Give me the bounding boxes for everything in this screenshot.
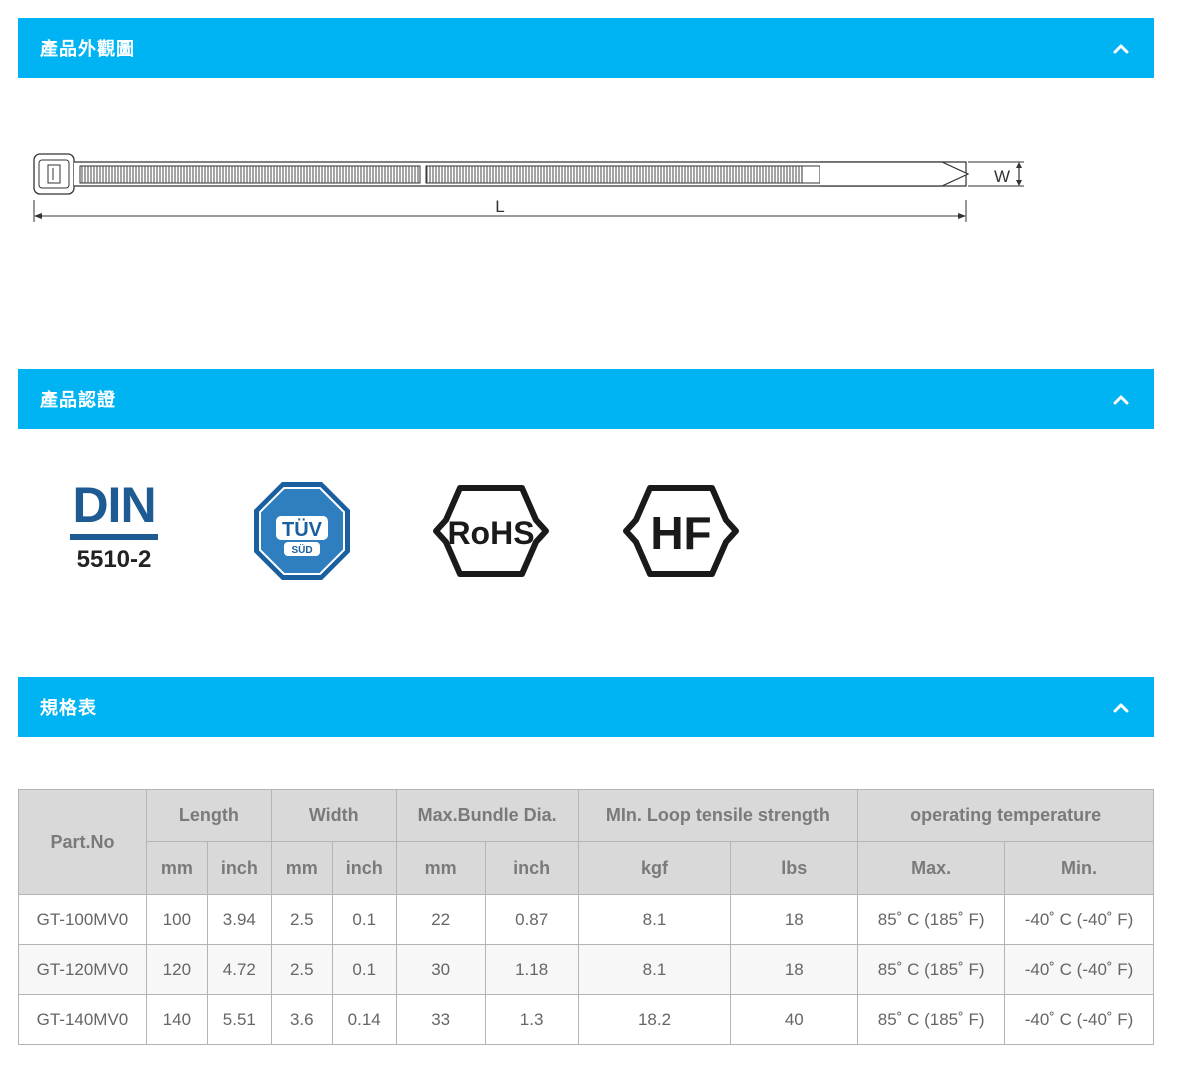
cell-bundle-inch: 1.18 xyxy=(484,944,579,995)
cell-length-mm: 120 xyxy=(145,944,208,995)
hf-logo: HF xyxy=(622,478,740,584)
col-temp-min: Min. xyxy=(1004,841,1154,895)
cell-length-mm: 140 xyxy=(145,994,208,1045)
cell-width-inch: 0.14 xyxy=(331,994,397,1045)
cell-length-inch: 3.94 xyxy=(206,894,272,945)
cell-kgf: 8.1 xyxy=(577,894,732,945)
cell-bundle-inch: 1.3 xyxy=(484,994,579,1045)
cell-width-inch: 0.1 xyxy=(331,894,397,945)
tuv-line1: TÜV xyxy=(282,518,323,541)
col-part-no: Part.No xyxy=(18,789,147,895)
cell-length-inch: 4.72 xyxy=(206,944,272,995)
section-title: 產品認證 xyxy=(40,390,116,411)
chevron-up-icon[interactable] xyxy=(1110,37,1132,59)
col-width: Width xyxy=(270,789,397,842)
din-divider xyxy=(70,534,158,540)
rohs-logo: RoHS xyxy=(432,478,550,584)
col-loop-strength: MIn. Loop tensile strength xyxy=(577,789,859,842)
cell-width-inch: 0.1 xyxy=(331,944,397,995)
col-length-mm: mm xyxy=(145,841,208,895)
cell-bundle-mm: 33 xyxy=(395,994,486,1045)
cell-temp-min: -40˚ C (-40˚ F) xyxy=(1004,894,1154,945)
cell-bundle-inch: 0.87 xyxy=(484,894,579,945)
cell-temp-min: -40˚ C (-40˚ F) xyxy=(1004,994,1154,1045)
cell-kgf: 8.1 xyxy=(577,944,732,995)
col-lbs: lbs xyxy=(730,841,859,895)
table-header-row: Part.No Length Width Max.Bundle Dia. MIn… xyxy=(18,789,1154,895)
section-header-appearance[interactable]: 產品外觀圖 xyxy=(18,18,1154,78)
cell-lbs: 18 xyxy=(730,944,859,995)
cell-part: GT-120MV0 xyxy=(18,944,147,995)
col-temp-max: Max. xyxy=(857,841,1006,895)
cell-width-mm: 2.5 xyxy=(270,894,333,945)
col-width-mm: mm xyxy=(270,841,333,895)
cell-temp-max: 85˚ C (185˚ F) xyxy=(857,994,1006,1045)
cell-width-mm: 3.6 xyxy=(270,994,333,1045)
cell-width-mm: 2.5 xyxy=(270,944,333,995)
cable-tie-drawing: W L xyxy=(33,153,1024,222)
cell-part: GT-100MV0 xyxy=(18,894,147,945)
spec-table: Part.No Length Width Max.Bundle Dia. MIn… xyxy=(18,789,1154,1045)
col-kgf: kgf xyxy=(577,841,732,895)
col-bundle-mm: mm xyxy=(395,841,486,895)
section-header-certification[interactable]: 產品認證 xyxy=(18,369,1154,429)
chevron-up-icon[interactable] xyxy=(1110,696,1132,718)
cell-temp-max: 85˚ C (185˚ F) xyxy=(857,944,1006,995)
cell-kgf: 18.2 xyxy=(577,994,732,1045)
tuv-sud-logo: TÜV SÜD xyxy=(252,478,352,584)
width-label: W xyxy=(994,167,1010,186)
col-temperature: operating temperature xyxy=(857,789,1154,842)
cell-part: GT-140MV0 xyxy=(18,994,147,1045)
col-length: Length xyxy=(145,789,272,842)
cell-bundle-mm: 22 xyxy=(395,894,486,945)
cell-lbs: 18 xyxy=(730,894,859,945)
rohs-text: RoHS xyxy=(447,515,534,551)
din-name: DIN xyxy=(72,477,156,533)
cell-length-mm: 100 xyxy=(145,894,208,945)
col-width-inch: inch xyxy=(331,841,397,895)
col-bundle: Max.Bundle Dia. xyxy=(395,789,579,842)
chevron-up-icon[interactable] xyxy=(1110,388,1132,410)
table-subheader-row: mm inch mm inch mm inch kgf lbs Max. Min… xyxy=(19,841,1154,895)
cell-lbs: 40 xyxy=(730,994,859,1045)
length-label: L xyxy=(495,197,504,216)
cell-length-inch: 5.51 xyxy=(206,994,272,1045)
section-header-spec[interactable]: 規格表 xyxy=(18,677,1154,737)
col-length-inch: inch xyxy=(206,841,272,895)
tuv-line2: SÜD xyxy=(291,543,312,556)
section-title: 規格表 xyxy=(40,698,97,719)
cell-temp-max: 85˚ C (185˚ F) xyxy=(857,894,1006,945)
table-row: GT-140MV0 140 5.51 3.6 0.14 33 1.3 18.2 … xyxy=(18,994,1154,1045)
din-number: 5510-2 xyxy=(76,546,152,573)
cell-temp-min: -40˚ C (-40˚ F) xyxy=(1004,944,1154,995)
table-row: GT-100MV0 100 3.94 2.5 0.1 22 0.87 8.1 1… xyxy=(18,894,1154,945)
table-row: GT-120MV0 120 4.72 2.5 0.1 30 1.18 8.1 1… xyxy=(18,944,1154,995)
hf-text: HF xyxy=(650,507,711,559)
din-logo: DIN 5510-2 xyxy=(66,478,162,584)
section-title: 產品外觀圖 xyxy=(40,39,135,60)
col-bundle-inch: inch xyxy=(484,841,579,895)
cell-bundle-mm: 30 xyxy=(395,944,486,995)
